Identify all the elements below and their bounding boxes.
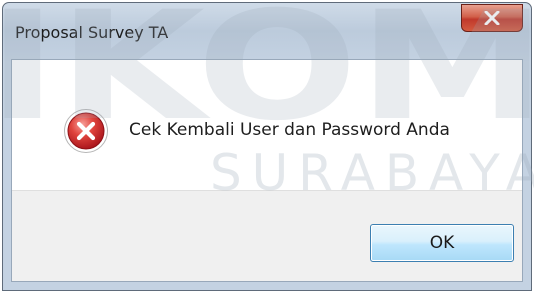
ok-button[interactable]: OK (370, 224, 514, 262)
message-area: Cek Kembali User dan Password Anda (12, 60, 522, 190)
close-icon (484, 11, 500, 25)
dialog-body: Cek Kembali User dan Password Anda OK (11, 59, 523, 282)
window-title: Proposal Survey TA (15, 23, 169, 42)
button-area: OK (12, 190, 522, 281)
error-icon (64, 109, 108, 153)
dialog-window: Proposal Survey TA Cek Kembali User dan … (2, 2, 532, 291)
title-bar[interactable]: Proposal Survey TA (3, 3, 531, 59)
close-button[interactable] (461, 4, 523, 32)
error-message: Cek Kembali User dan Password Anda (129, 120, 450, 140)
